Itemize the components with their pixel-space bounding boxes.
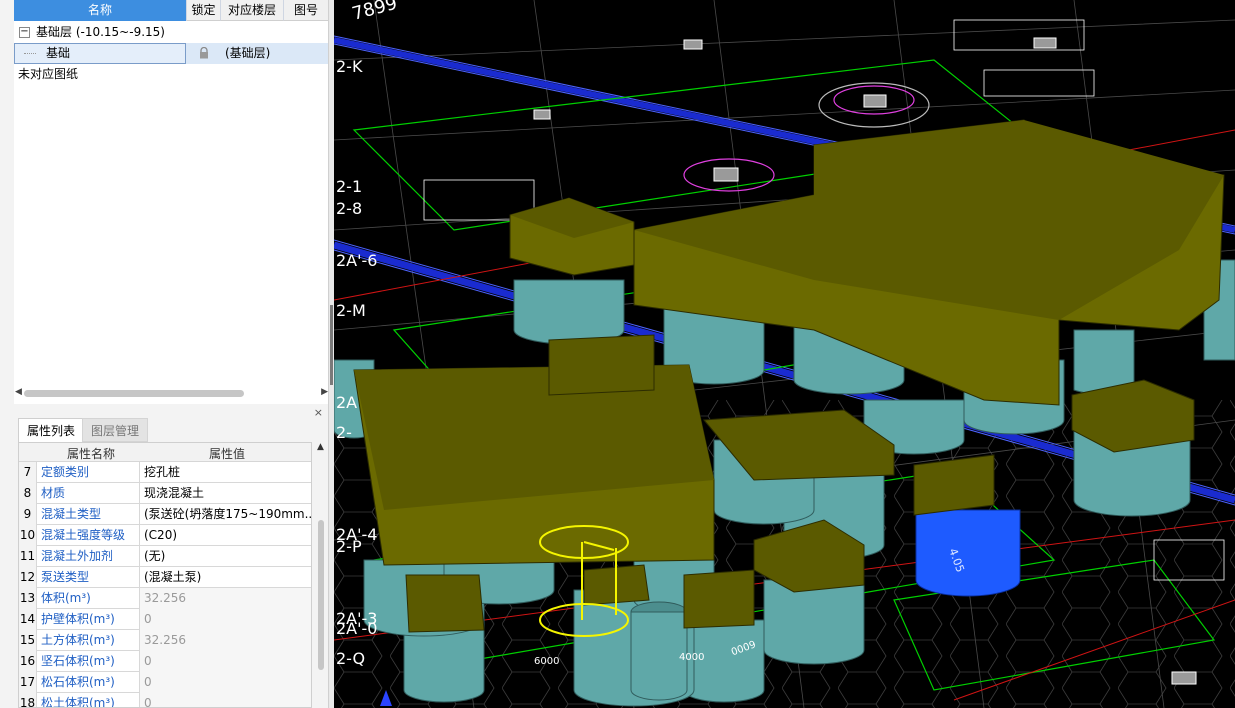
row-number: 9 [19, 504, 37, 525]
vertical-scrollbar[interactable]: ▲ [314, 442, 328, 708]
property-value[interactable]: (泵送砼(坍落度175~190mm... [140, 504, 311, 525]
lock-icon[interactable] [199, 47, 209, 59]
tree-item-unmatched[interactable]: 未对应图纸 [14, 64, 329, 85]
column-header-property-name: 属性名称 [67, 447, 116, 461]
close-icon[interactable]: × [314, 406, 323, 419]
property-name: 混凝土类型 [37, 504, 140, 525]
property-row[interactable]: 14 护壁体积(m³) 0 [19, 609, 311, 630]
property-value[interactable]: 32.256 [140, 588, 311, 609]
axis-label: 2- [336, 423, 352, 442]
property-name: 泵送类型 [37, 567, 140, 588]
unmatched-label: 未对应图纸 [18, 67, 79, 81]
axis-label: 2A'-0 [336, 619, 377, 638]
property-row[interactable]: 9 混凝土类型 (泵送砼(坍落度175~190mm... [19, 504, 311, 525]
row-number: 18 [19, 693, 37, 707]
axis-label: 2-P [336, 537, 362, 556]
row-number: 13 [19, 588, 37, 609]
property-row[interactable]: 7 定额类别 挖孔桩 [19, 462, 311, 483]
property-name: 混凝土外加剂 [37, 546, 140, 567]
axis-label: 2-8 [336, 199, 362, 218]
row-number: 15 [19, 630, 37, 651]
property-name: 坚石体积(m³) [37, 651, 140, 672]
row-number: 11 [19, 546, 37, 567]
property-value[interactable]: (C20) [140, 525, 311, 546]
property-row[interactable]: 8 材质 现浇混凝土 [19, 483, 311, 504]
property-value[interactable]: 0 [140, 672, 311, 693]
tab-layer-management[interactable]: 图层管理 [82, 418, 149, 442]
axis-label: 2A'-6 [336, 251, 377, 270]
column-header-property-value: 属性值 [209, 447, 246, 461]
collapse-toggle-icon[interactable]: − [19, 27, 30, 38]
row-number: 10 [19, 525, 37, 546]
column-header-floor[interactable]: 对应楼层 [221, 0, 284, 21]
property-value[interactable]: (无) [140, 546, 311, 567]
property-name: 松土体积(m³) [37, 693, 140, 707]
property-name: 混凝土强度等级 [37, 525, 140, 546]
axis-label: 2-K [336, 57, 363, 76]
scroll-right-icon[interactable]: ▶ [321, 387, 328, 397]
column-header-sheet[interactable]: 图号 [284, 0, 329, 21]
dimension-label: 6000 [534, 656, 559, 667]
model-canvas[interactable]: 4.05 7899 2-K 2-1 2-8 2A'-6 2-M 2A 2- 2A… [334, 0, 1235, 708]
column-header-lock[interactable]: 锁定 [187, 0, 221, 21]
selected-cell [14, 43, 186, 64]
tree-connector [24, 53, 36, 54]
property-name: 护壁体积(m³) [37, 609, 140, 630]
axis-label: 2A [336, 393, 357, 412]
scroll-up-icon[interactable]: ▲ [317, 442, 324, 452]
property-name: 定额类别 [37, 462, 140, 483]
splitter-grip[interactable] [330, 305, 333, 385]
item-name: 基础 [46, 46, 71, 60]
property-row[interactable]: 18 松土体积(m³) 0 [19, 693, 311, 707]
row-number: 14 [19, 609, 37, 630]
property-row[interactable]: 13 体积(m³) 32.256 [19, 588, 311, 609]
property-grid: 属性名称 属性值 7 定额类别 挖孔桩 8 材质 现浇混凝土 9 混凝土类型 (泵送砼(坍落度1… [18, 442, 312, 708]
property-name: 体积(m³) [37, 588, 140, 609]
column-header-name[interactable]: 名称 [14, 0, 187, 21]
scroll-thumb[interactable] [24, 390, 244, 397]
property-name: 土方体积(m³) [37, 630, 140, 651]
row-number: 7 [19, 462, 37, 483]
scroll-left-icon[interactable]: ◀ [15, 387, 22, 397]
group-label: 基础层 (-10.15~-9.15) [36, 25, 165, 39]
axis-label: 7899 [350, 0, 400, 25]
tree-group-foundation-floor[interactable]: − 基础层 (-10.15~-9.15) [14, 22, 329, 43]
left-panel: 名称 锁定 对应楼层 图号 − 基础层 (-10.15~-9.15) 基础 (基… [0, 0, 331, 708]
property-value[interactable]: (混凝土泵) [140, 567, 311, 588]
property-value[interactable]: 0 [140, 609, 311, 630]
item-floor: (基础层) [225, 46, 271, 60]
property-name: 松石体积(m³) [37, 672, 140, 693]
property-row[interactable]: 15 土方体积(m³) 32.256 [19, 630, 311, 651]
grid-body: 7 定额类别 挖孔桩 8 材质 现浇混凝土 9 混凝土类型 (泵送砼(坍落度175~190mm.… [19, 462, 311, 707]
scroll-thumb[interactable] [318, 520, 324, 670]
property-row[interactable]: 12 泵送类型 (混凝土泵) [19, 567, 311, 588]
row-number: 8 [19, 483, 37, 504]
property-value[interactable]: 0 [140, 693, 311, 707]
selected-pile[interactable]: 4.05 [915, 509, 1021, 597]
property-value[interactable]: 32.256 [140, 630, 311, 651]
row-number: 17 [19, 672, 37, 693]
property-row[interactable]: 11 混凝土外加剂 (无) [19, 546, 311, 567]
tree-item-foundation[interactable]: 基础 (基础层) [14, 43, 329, 64]
property-value[interactable]: 0 [140, 651, 311, 672]
row-number: 16 [19, 651, 37, 672]
axis-label: 2-Q [336, 649, 365, 668]
property-value[interactable]: 现浇混凝土 [140, 483, 311, 504]
tab-property-list[interactable]: 属性列表 [18, 418, 85, 442]
property-name: 材质 [37, 483, 140, 504]
floor-drawing-panel: 名称 锁定 对应楼层 图号 − 基础层 (-10.15~-9.15) 基础 (基… [14, 0, 329, 404]
property-value[interactable]: 挖孔桩 [140, 462, 311, 483]
axis-label: 2-1 [336, 177, 362, 196]
row-number: 12 [19, 567, 37, 588]
property-row[interactable]: 17 松石体积(m³) 0 [19, 672, 311, 693]
3d-model-viewport[interactable]: 4.05 7899 2-K 2-1 2-8 2A'-6 2-M 2A 2- 2A… [334, 0, 1235, 708]
property-panel: × 属性列表 图层管理 属性名称 属性值 7 定额类别 挖孔桩 8 材质 现浇混凝土 9 混凝… [14, 404, 329, 708]
axis-label: 2-M [336, 301, 366, 320]
grid-header: 属性名称 属性值 [19, 443, 311, 462]
property-row[interactable]: 10 混凝土强度等级 (C20) [19, 525, 311, 546]
property-row[interactable]: 16 坚石体积(m³) 0 [19, 651, 311, 672]
horizontal-scrollbar[interactable]: ◀ ▶ [14, 386, 329, 400]
dimension-label: 4000 [679, 652, 704, 663]
